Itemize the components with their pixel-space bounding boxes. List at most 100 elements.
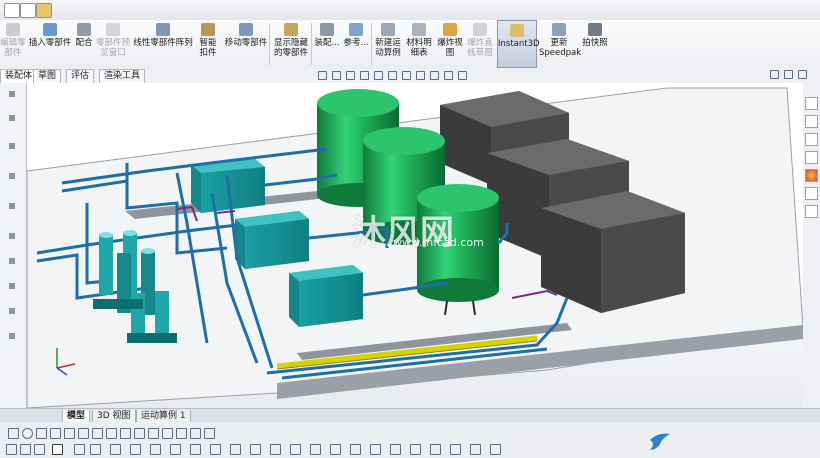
surface-icon[interactable] <box>150 444 161 455</box>
feature-manager-panel[interactable] <box>0 83 27 408</box>
arrow-icon[interactable] <box>6 444 17 455</box>
fillet-icon[interactable] <box>176 428 187 439</box>
tab-render-tools[interactable]: 渲染工具 <box>99 69 146 83</box>
linear-pattern-button[interactable]: 线性零部件阵列 <box>132 20 194 68</box>
zoom-to-fit-icon[interactable] <box>318 71 327 80</box>
dimension-icon[interactable] <box>204 428 215 439</box>
tree-node-icon <box>9 173 15 179</box>
forum-icon[interactable] <box>805 205 818 218</box>
file-explorer-icon[interactable] <box>805 133 818 146</box>
rebuild-icon[interactable] <box>110 444 121 455</box>
instant3d-button[interactable]: Instant3D <box>497 20 540 68</box>
offset-icon[interactable] <box>134 428 145 439</box>
curve-icon[interactable] <box>90 444 101 455</box>
select-icon[interactable] <box>52 444 63 455</box>
mold-icon[interactable] <box>190 444 201 455</box>
slot-icon[interactable] <box>162 428 173 439</box>
tab-sketch[interactable]: 草图 <box>33 69 62 83</box>
previous-view-icon[interactable] <box>346 71 355 80</box>
expand-arrow-icon[interactable] <box>9 91 15 97</box>
view-palette-icon[interactable] <box>805 151 818 164</box>
exploded-view-button[interactable]: 爆炸视图 <box>436 20 464 68</box>
assembly-icon[interactable] <box>170 444 181 455</box>
zoom-icon[interactable] <box>270 444 281 455</box>
scene-icon[interactable] <box>430 71 439 80</box>
feature-icon[interactable] <box>130 444 141 455</box>
take-snapshot-button[interactable]: 拍快照 <box>581 20 609 68</box>
options-icon[interactable] <box>20 3 36 18</box>
bill-of-materials-button[interactable]: 材料明细表 <box>404 20 434 68</box>
home-icon[interactable] <box>805 97 818 110</box>
new-motion-study-button[interactable]: 新建运动算例 <box>373 20 403 68</box>
minimize-icon[interactable] <box>770 70 779 79</box>
custom-properties-icon[interactable] <box>805 187 818 200</box>
camera-icon[interactable] <box>4 3 20 18</box>
interference-icon[interactable] <box>370 444 381 455</box>
assembly-features-button[interactable]: 装配... <box>313 20 341 68</box>
simulation-icon[interactable] <box>390 444 401 455</box>
linear-pattern-icon <box>156 23 170 36</box>
tree-node-icon <box>9 258 15 264</box>
teal-unit-2[interactable] <box>235 211 309 269</box>
monitor-icon[interactable] <box>458 71 467 80</box>
spline-icon[interactable] <box>106 428 117 439</box>
trim-icon[interactable] <box>50 428 61 439</box>
routing-icon[interactable] <box>430 444 441 455</box>
macro-icon[interactable] <box>470 444 481 455</box>
rotate-icon[interactable] <box>34 444 45 455</box>
update-speedpak-button[interactable]: 更新Speedpak <box>539 20 581 68</box>
selection-filter-icon[interactable] <box>74 444 85 455</box>
view-orientation-icon[interactable] <box>374 71 383 80</box>
appearance-icon[interactable] <box>805 169 818 182</box>
component-preview-window-button[interactable]: 零部件预览窗口 <box>96 20 130 68</box>
measure-icon[interactable] <box>330 444 341 455</box>
mate-button[interactable]: 配合 <box>73 20 95 68</box>
mass-properties-icon[interactable] <box>350 444 361 455</box>
edit-appearance-icon[interactable] <box>416 71 425 80</box>
section-view-icon[interactable] <box>360 71 369 80</box>
insert-component-button[interactable]: 插入零部件 <box>28 20 72 68</box>
rectangle-icon[interactable] <box>92 428 103 439</box>
view-icon[interactable] <box>250 444 261 455</box>
teal-unit-3[interactable] <box>289 265 363 327</box>
edit-component-button[interactable]: 编辑零部件 <box>0 20 26 68</box>
bird-logo-icon <box>648 430 672 452</box>
tree-node-icon <box>9 283 15 289</box>
filter-icon[interactable] <box>9 115 15 121</box>
show-hidden-components-button[interactable]: 显示隐藏的零部件 <box>272 20 310 68</box>
display-style-icon[interactable] <box>388 71 397 80</box>
close-icon[interactable] <box>798 70 807 79</box>
restore-icon[interactable] <box>784 70 793 79</box>
toolbox-icon[interactable] <box>410 444 421 455</box>
mirror-icon[interactable] <box>120 428 131 439</box>
sheet-metal-icon[interactable] <box>210 444 221 455</box>
folder-icon[interactable] <box>36 3 52 18</box>
zoom-area-icon[interactable] <box>332 71 341 80</box>
move-component-button[interactable]: 移动零部件 <box>224 20 268 68</box>
tab-evaluate[interactable]: 评估 <box>66 69 95 83</box>
pan-icon[interactable] <box>290 444 301 455</box>
circle-icon[interactable] <box>22 428 33 439</box>
tab-assembly[interactable]: 装配体 <box>0 69 38 83</box>
smart-fasteners-button[interactable]: 智能扣件 <box>196 20 220 68</box>
move-icon[interactable] <box>20 444 31 455</box>
hide-show-items-icon[interactable] <box>402 71 411 80</box>
arc-icon[interactable] <box>78 428 89 439</box>
centerline-icon[interactable] <box>64 428 75 439</box>
explode-line-sketch-button[interactable]: 爆炸直线草图 <box>465 20 495 68</box>
view-settings-icon[interactable] <box>444 71 453 80</box>
weldment-icon[interactable] <box>230 444 241 455</box>
grid-icon[interactable] <box>190 428 201 439</box>
tree-node-icon <box>9 308 15 314</box>
line-icon[interactable] <box>36 428 47 439</box>
design-library-icon[interactable] <box>805 115 818 128</box>
point-icon[interactable] <box>8 428 19 439</box>
paperclip-icon <box>77 23 91 36</box>
photoview-icon[interactable] <box>450 444 461 455</box>
reference-geometry-button[interactable]: 参考... <box>342 20 370 68</box>
sketch-toolbar <box>0 422 820 458</box>
polygon-icon[interactable] <box>148 428 159 439</box>
dark-enclosure-3[interactable] <box>541 191 685 313</box>
render-icon[interactable] <box>310 444 321 455</box>
pipe-icon[interactable] <box>490 444 501 455</box>
